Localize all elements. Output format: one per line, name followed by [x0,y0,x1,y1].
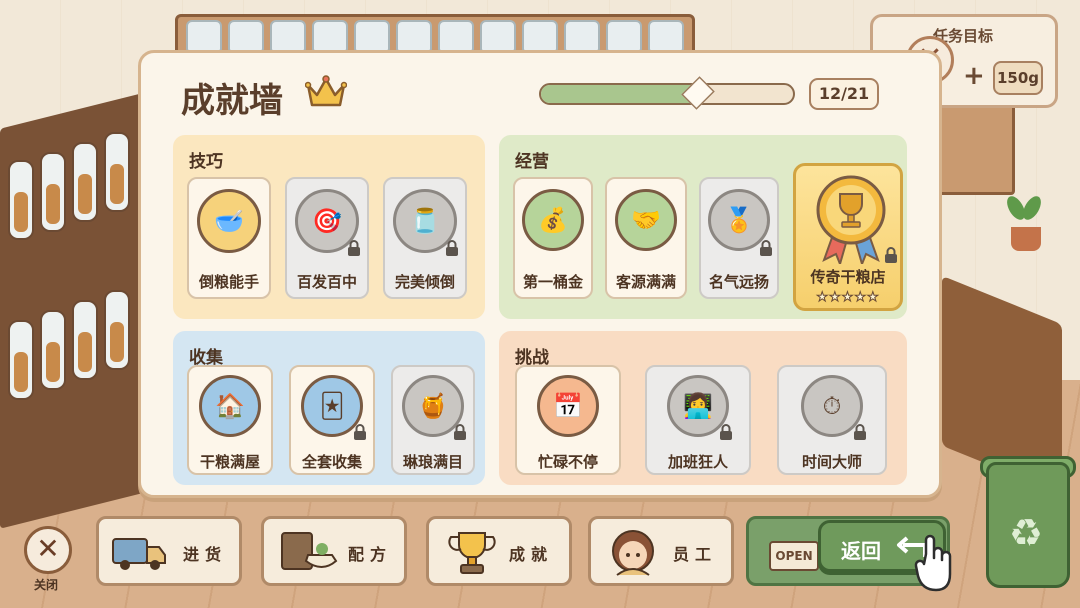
achievement-label: 时间大师 [801,453,862,471]
section-title: 经营 [515,152,549,172]
recycle-icon: ♻ [1009,511,1044,555]
grain-dispenser [104,132,130,212]
pointer-hand-icon [914,534,952,592]
right-wall-shelf [935,95,1015,195]
money-bag-icon: 💰 [522,189,584,251]
achievement-card[interactable]: 🏠 干粮满屋 [187,365,273,475]
achievement-label: 百发百中 [296,273,357,291]
grain-dispenser [8,320,34,400]
lock-icon [760,240,772,256]
achievement-label: 第一桶金 [522,273,583,291]
achievement-label: 传奇干粮店 [810,268,886,286]
jar [480,20,516,52]
jar [564,20,600,52]
lock-icon [348,240,360,256]
jar [606,20,642,52]
achievement-wall-modal: 成就墙 12/21 技巧 🥣 倒粮能手 🎯 百发百中 🫙 完美倾倒 经营 💰 第… [138,50,942,498]
lock-icon [720,424,732,440]
achievement-label: 干粮满屋 [199,453,260,471]
achievement-card[interactable]: 📅 忙碌不停 [515,365,621,475]
lock-icon [446,240,458,256]
achievement-card-locked[interactable]: 👩‍💻 加班狂人 [645,365,751,475]
achievement-card[interactable]: 🥣 倒粮能手 [187,177,271,299]
achievement-card-locked[interactable]: 🍯 琳琅满目 [391,365,475,475]
achievement-card[interactable]: 🃏 全套收集 [289,365,375,475]
open-sign: OPEN [769,541,819,571]
lock-icon [454,424,466,440]
grain-dispenser [40,152,66,232]
jar [438,20,474,52]
grain-dispenser [40,310,66,390]
legendary-achievement-card[interactable]: 传奇干粮店 ★★★★★ [793,163,903,311]
achievement-progress-bar [539,83,795,105]
jar [648,20,684,52]
jar [522,20,558,52]
button-label: 配方 [348,545,393,564]
lock-icon [885,247,897,263]
achievement-label: 名气远扬 [708,273,769,291]
staff-button[interactable]: 员工 [588,516,734,586]
achievement-label: 完美倾倒 [394,273,455,291]
house-icon: 🏠 [199,375,261,437]
achievement-card-locked[interactable]: 🎯 百发百中 [285,177,369,299]
plus-icon: + [963,61,985,91]
button-label: 进货 [183,545,228,564]
progress-fill [541,85,698,103]
grain-dispenser [104,290,130,370]
calendar-clock-icon: 📅 [537,375,599,437]
close-button[interactable]: ✕ [24,526,72,574]
staff-avatar-icon [612,530,654,576]
lock-icon [354,424,366,440]
recipe-button[interactable]: 配方 [261,516,407,586]
grain-dispenser [8,160,34,240]
achievement-card-locked[interactable]: 🫙 完美倾倒 [383,177,467,299]
truck-icon [112,538,166,570]
grain-dispenser [72,300,98,380]
close-label: 关闭 [34,578,59,592]
return-label: 返回 [841,539,881,563]
section-title: 技巧 [189,152,223,172]
achievement-label: 忙碌不停 [537,453,598,471]
modal-title: 成就墙 [181,81,283,121]
jar [354,20,390,52]
achievement-label: 倒粮能手 [198,273,259,291]
jar [270,20,306,52]
potted-plant [1003,193,1045,251]
jar [312,20,348,52]
scoop-pour-icon: 🥣 [197,189,261,253]
crown-icon [305,75,347,107]
achievement-label: 加班狂人 [667,453,728,471]
task-weight-badge: 150g [993,61,1043,95]
section-challenge: 挑战 📅 忙碌不停 👩‍💻 加班狂人 ⏱ 时间大师 [499,331,907,485]
trophy-badge-icon [816,175,886,264]
achievement-card[interactable]: 🤝 客源满满 [605,177,687,299]
grain-dispenser [72,142,98,222]
achievement-card[interactable]: 💰 第一桶金 [513,177,593,299]
lock-icon [854,424,866,440]
achievement-label: 琳琅满目 [402,453,463,471]
jar [228,20,264,52]
achievement-label: 全套收集 [301,453,362,471]
button-label: 员工 [673,545,718,564]
section-skill: 技巧 🥣 倒粮能手 🎯 百发百中 🫙 完美倾倒 [173,135,485,319]
recycle-bin[interactable]: ♻ [986,462,1070,588]
handshake-icon: 🤝 [615,189,677,251]
achievements-button[interactable]: 成就 [426,516,572,586]
achievement-label: 客源满满 [615,273,676,291]
recipe-book-icon [281,532,338,570]
jar [186,20,222,52]
achievement-card-locked[interactable]: ⏱ 时间大师 [777,365,887,475]
progress-count: 12/21 [809,78,879,110]
restock-button[interactable]: 进货 [96,516,242,586]
button-label: 成就 [509,545,554,564]
achievement-card-locked[interactable]: 🏅 名气远扬 [699,177,779,299]
trophy-icon [448,532,496,574]
section-collection: 收集 🏠 干粮满屋 🃏 全套收集 🍯 琳琅满目 [173,331,485,485]
jar [396,20,432,52]
star-rating: ★★★★★ [816,290,880,306]
